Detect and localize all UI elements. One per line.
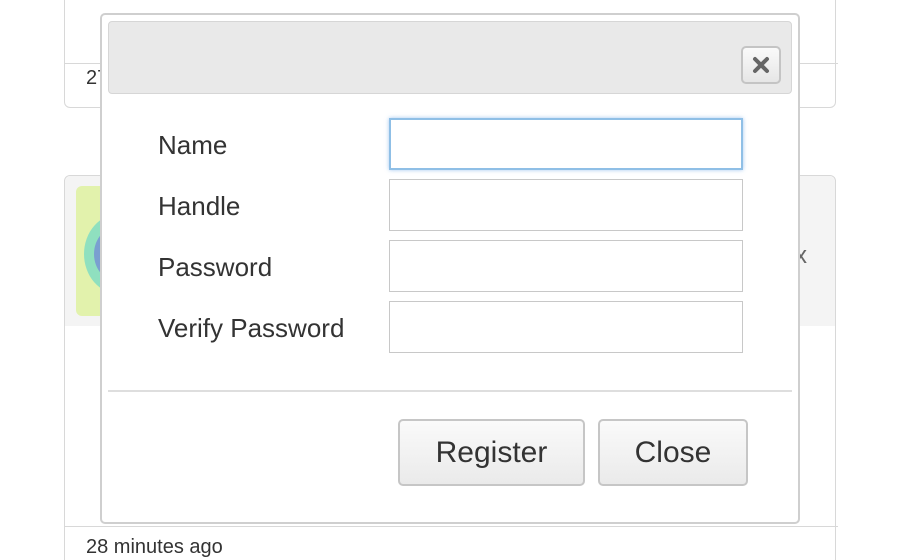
form-row-password: Password — [102, 240, 798, 292]
password-label: Password — [158, 252, 273, 282]
post-timestamp: 28 minutes ago — [86, 536, 223, 558]
dialog-close-button[interactable] — [741, 46, 781, 84]
form-row-handle: Handle — [102, 179, 798, 231]
password-input[interactable] — [389, 240, 743, 292]
form-row-name: Name — [102, 118, 798, 170]
verify-password-input[interactable] — [389, 301, 743, 353]
verify-password-label: Verify Password — [158, 313, 345, 343]
handle-label: Handle — [158, 191, 241, 221]
dialog-footer-divider — [108, 390, 792, 392]
name-label: Name — [158, 130, 228, 160]
register-dialog: Name Handle Password Verify Password Reg… — [100, 13, 800, 524]
dialog-header — [108, 21, 792, 94]
close-button[interactable]: Close — [598, 419, 748, 486]
handle-input[interactable] — [389, 179, 743, 231]
card-divider — [65, 526, 838, 527]
form-row-verify-password: Verify Password — [102, 301, 798, 353]
close-icon — [753, 57, 769, 73]
name-input[interactable] — [389, 118, 743, 170]
register-button[interactable]: Register — [398, 419, 585, 486]
